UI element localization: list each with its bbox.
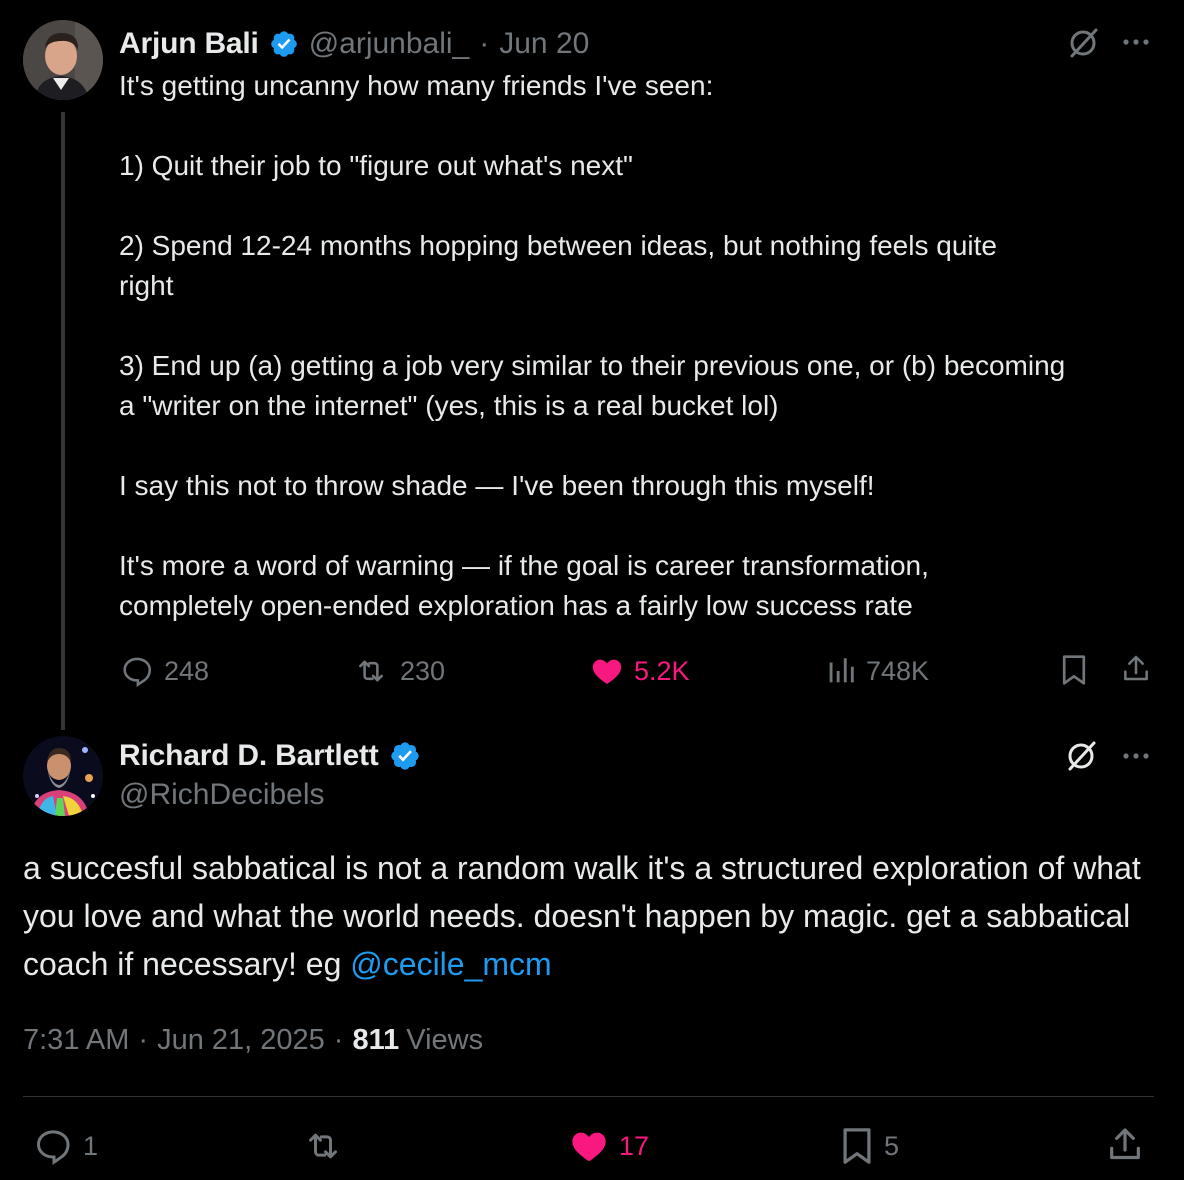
author-name[interactable]: Richard D. Bartlett bbox=[119, 739, 379, 773]
reply-button[interactable]: 248 bbox=[120, 650, 209, 692]
bookmark-icon bbox=[840, 1125, 874, 1167]
meta-separator: · bbox=[333, 1024, 344, 1056]
heart-icon bbox=[590, 654, 624, 688]
share-icon[interactable] bbox=[1105, 1124, 1145, 1166]
reply-count: 1 bbox=[83, 1130, 99, 1161]
heart-icon bbox=[569, 1126, 609, 1166]
like-count: 5.2K bbox=[634, 655, 690, 686]
views-summary: 811 Views bbox=[352, 1024, 483, 1057]
reply-count: 248 bbox=[164, 655, 210, 686]
reply-icon bbox=[33, 1126, 73, 1166]
mention-link[interactable]: @cecile_mcm bbox=[350, 946, 551, 982]
share-icon[interactable] bbox=[1120, 652, 1152, 686]
author-name[interactable]: Arjun Bali bbox=[119, 27, 259, 61]
tweet-body: It's getting uncanny how many friends I'… bbox=[119, 70, 1066, 621]
bookmark-count: 5 bbox=[884, 1130, 900, 1161]
like-count: 17 bbox=[619, 1130, 650, 1161]
reply-button[interactable]: 1 bbox=[33, 1124, 98, 1168]
verified-badge-icon bbox=[269, 29, 299, 59]
header-separator: · bbox=[479, 27, 490, 60]
views-count: 811 bbox=[352, 1024, 400, 1056]
views-button[interactable]: 748K bbox=[826, 650, 929, 692]
repost-icon[interactable] bbox=[300, 1126, 346, 1166]
tweet-time[interactable]: 7:31 AM bbox=[23, 1024, 129, 1057]
reply-body-text: a succesful sabbatical is not a random w… bbox=[23, 850, 1141, 982]
reply-body: a succesful sabbatical is not a random w… bbox=[23, 844, 1163, 988]
meta-separator: · bbox=[138, 1024, 149, 1056]
divider bbox=[23, 1096, 1154, 1097]
reply-icon bbox=[120, 654, 154, 688]
repost-button[interactable]: 230 bbox=[352, 650, 445, 692]
thread-connector-line bbox=[61, 112, 65, 730]
avatar[interactable] bbox=[23, 20, 103, 100]
like-button[interactable]: 5.2K bbox=[590, 650, 690, 692]
tweet-meta: 7:31 AM · Jun 21, 2025 · 811 Views bbox=[23, 1024, 483, 1057]
parent-header: Arjun Bali @arjunbali_ · Jun 20 bbox=[119, 24, 589, 64]
author-handle[interactable]: @RichDecibels bbox=[119, 778, 325, 812]
grok-icon[interactable] bbox=[1066, 26, 1100, 60]
repost-icon bbox=[352, 654, 390, 688]
tweet-date[interactable]: Jun 20 bbox=[499, 27, 589, 61]
avatar[interactable] bbox=[23, 736, 103, 816]
views-count: 748K bbox=[866, 655, 930, 686]
author-handle[interactable]: @arjunbali_ bbox=[309, 27, 470, 61]
views-label: Views bbox=[406, 1024, 484, 1056]
repost-count: 230 bbox=[400, 655, 446, 686]
grok-icon[interactable] bbox=[1064, 739, 1098, 773]
tweet-date[interactable]: Jun 21, 2025 bbox=[157, 1024, 325, 1057]
bookmark-button[interactable]: 5 bbox=[840, 1124, 899, 1168]
verified-badge-icon bbox=[389, 740, 421, 772]
like-button[interactable]: 17 bbox=[569, 1124, 649, 1168]
views-chart-icon bbox=[826, 654, 856, 688]
bookmark-icon[interactable] bbox=[1060, 653, 1088, 687]
reply-header: Richard D. Bartlett bbox=[119, 736, 421, 776]
more-dots-icon[interactable] bbox=[1120, 748, 1152, 764]
more-dots-icon[interactable] bbox=[1120, 34, 1152, 50]
